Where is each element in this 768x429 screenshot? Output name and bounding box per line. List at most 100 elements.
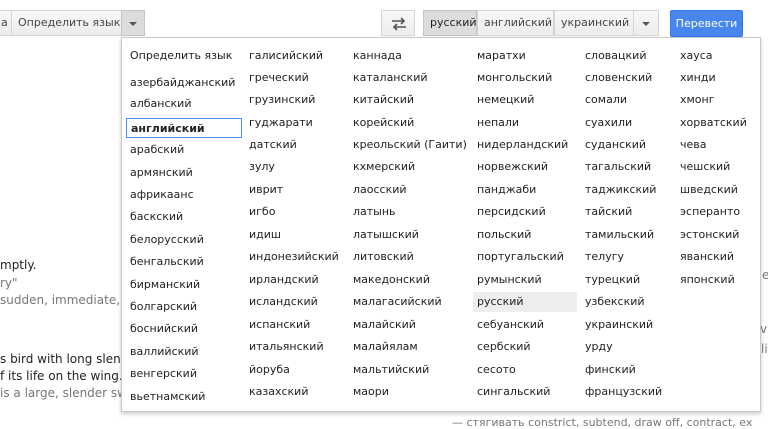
language-option[interactable]: каталанский: [349, 68, 469, 88]
language-option[interactable]: чева: [676, 135, 756, 155]
language-option[interactable]: албанский: [126, 94, 242, 114]
language-option[interactable]: португальский: [473, 247, 577, 267]
language-option[interactable]: валлийский: [126, 342, 242, 362]
language-option[interactable]: нидерландский: [473, 135, 577, 155]
language-option[interactable]: вьетнамский: [126, 387, 242, 407]
language-option[interactable]: итальянский: [245, 337, 345, 357]
language-option[interactable]: себуанский: [473, 315, 577, 335]
language-option[interactable]: маори: [349, 382, 469, 402]
target-lang-tab-english[interactable]: английский: [477, 10, 554, 36]
language-option[interactable]: французский: [581, 382, 672, 402]
language-option[interactable]: китайский: [349, 90, 469, 110]
language-option[interactable]: болгарский: [126, 297, 242, 317]
language-option[interactable]: эсперанто: [676, 202, 756, 222]
language-option[interactable]: датский: [245, 135, 345, 155]
language-option[interactable]: латышский: [349, 225, 469, 245]
language-option[interactable]: тагальский: [581, 157, 672, 177]
language-option[interactable]: урду: [581, 337, 672, 357]
translate-button[interactable]: Перевести: [670, 10, 743, 37]
source-language-dropdown-button[interactable]: [121, 10, 145, 36]
language-option[interactable]: зулу: [245, 157, 345, 177]
language-option[interactable]: белорусский: [126, 230, 242, 250]
language-option[interactable]: чешский: [676, 157, 756, 177]
language-option[interactable]: бирманский: [126, 275, 242, 295]
language-option[interactable]: хауса: [676, 46, 756, 66]
language-option[interactable]: кхмерский: [349, 157, 469, 177]
language-option[interactable]: хорватский: [676, 113, 756, 133]
language-option[interactable]: арабский: [126, 140, 242, 160]
language-option[interactable]: галисийский: [245, 46, 345, 66]
language-option[interactable]: сербский: [473, 337, 577, 357]
language-option[interactable]: мальтийский: [349, 360, 469, 380]
target-lang-tab-ukrainian[interactable]: украинский: [554, 10, 634, 36]
target-language-dropdown-button[interactable]: [633, 10, 659, 36]
language-option[interactable]: лаосский: [349, 180, 469, 200]
language-option[interactable]: суахили: [581, 113, 672, 133]
language-option[interactable]: японский: [676, 270, 756, 290]
language-option[interactable]: индонезийский: [245, 247, 345, 267]
language-option[interactable]: македонский: [349, 270, 469, 290]
bg-text-line: s bird with long slende: [0, 352, 136, 366]
language-option[interactable]: норвежский: [473, 157, 577, 177]
language-option[interactable]: греческий: [245, 68, 345, 88]
language-option[interactable]: румынский: [473, 270, 577, 290]
language-option[interactable]: испанский: [245, 315, 345, 335]
language-option[interactable]: иврит: [245, 180, 345, 200]
language-option[interactable]: йоруба: [245, 360, 345, 380]
language-option[interactable]: тайский: [581, 202, 672, 222]
language-option[interactable]: казахский: [245, 382, 345, 402]
language-option[interactable]: шведский: [676, 180, 756, 200]
language-option[interactable]: малайский: [349, 315, 469, 335]
language-option[interactable]: узбекский: [581, 292, 672, 312]
language-option[interactable]: сесото: [473, 360, 577, 380]
language-option[interactable]: финский: [581, 360, 672, 380]
language-option[interactable]: польский: [473, 225, 577, 245]
language-option[interactable]: ирландский: [245, 270, 345, 290]
language-option[interactable]: корейский: [349, 113, 469, 133]
language-option[interactable]: африкаанс: [126, 185, 242, 205]
language-option[interactable]: эстонский: [676, 225, 756, 245]
language-option[interactable]: суданский: [581, 135, 672, 155]
language-option[interactable]: гуджарати: [245, 113, 345, 133]
language-option[interactable]: яванский: [676, 247, 756, 267]
language-option[interactable]: русский: [473, 292, 577, 312]
language-option[interactable]: немецкий: [473, 90, 577, 110]
language-option[interactable]: словацкий: [581, 46, 672, 66]
language-option[interactable]: грузинский: [245, 90, 345, 110]
language-option[interactable]: панджаби: [473, 180, 577, 200]
language-option[interactable]: малагасийский: [349, 292, 469, 312]
target-lang-tab-russian[interactable]: русский: [423, 10, 477, 36]
language-option[interactable]: непали: [473, 113, 577, 133]
language-option[interactable]: каннада: [349, 46, 469, 66]
language-option[interactable]: персидский: [473, 202, 577, 222]
language-option[interactable]: армянский: [126, 163, 242, 183]
language-option[interactable]: хмонг: [676, 90, 756, 110]
swap-languages-button[interactable]: [381, 10, 415, 36]
language-option[interactable]: идиш: [245, 225, 345, 245]
language-option[interactable]: креольский (Гаити): [349, 135, 469, 155]
language-option[interactable]: азербайджанский: [126, 73, 242, 93]
language-option[interactable]: словенский: [581, 68, 672, 88]
language-option[interactable]: венгерский: [126, 364, 242, 384]
language-option[interactable]: хинди: [676, 68, 756, 88]
language-option[interactable]: маратхи: [473, 46, 577, 66]
language-option[interactable]: игбо: [245, 202, 345, 222]
language-option[interactable]: боснийский: [126, 319, 242, 339]
language-option[interactable]: исландский: [245, 292, 345, 312]
language-option[interactable]: телугу: [581, 247, 672, 267]
detect-language-button[interactable]: Определить язык: [11, 10, 122, 36]
language-option[interactable]: бенгальский: [126, 252, 242, 272]
language-option[interactable]: тамильский: [581, 225, 672, 245]
language-option[interactable]: Определить язык: [126, 46, 242, 66]
language-option[interactable]: английский: [126, 118, 242, 138]
language-option[interactable]: латынь: [349, 202, 469, 222]
language-option[interactable]: малайялам: [349, 337, 469, 357]
language-option[interactable]: украинский: [581, 315, 672, 335]
language-option[interactable]: сомали: [581, 90, 672, 110]
language-option[interactable]: монгольский: [473, 68, 577, 88]
language-option[interactable]: турецкий: [581, 270, 672, 290]
language-option[interactable]: баскский: [126, 207, 242, 227]
language-option[interactable]: сингальский: [473, 382, 577, 402]
language-option[interactable]: литовский: [349, 247, 469, 267]
language-option[interactable]: таджикский: [581, 180, 672, 200]
